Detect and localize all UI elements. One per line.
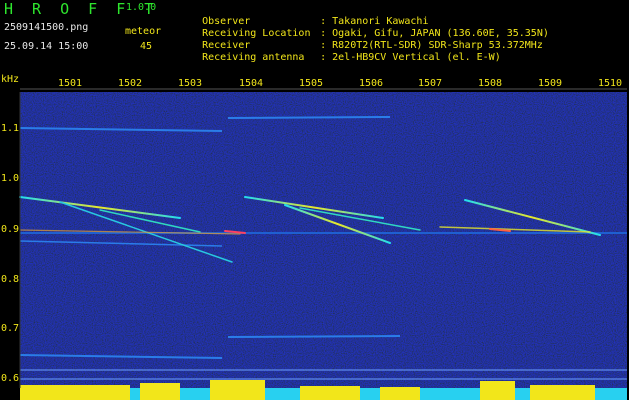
x-tick-label: 1510 [598, 78, 623, 89]
x-axis-labels: 1501 1502 1503 1504 1505 1506 1507 1508 … [0, 78, 629, 92]
x-tick-label: 1509 [538, 78, 563, 89]
x-tick-label: 1505 [299, 78, 324, 89]
y-tick-label: 0.6 [1, 373, 20, 384]
x-tick-label: 1502 [118, 78, 143, 89]
x-tick-label: 1503 [178, 78, 203, 89]
spectrogram [19, 88, 627, 400]
y-tick-label: 0.9 [1, 224, 20, 235]
carrier-line [227, 116, 391, 119]
x-tick-label: 1507 [418, 78, 443, 89]
x-tick-label: 1506 [359, 78, 384, 89]
carrier-line [227, 335, 401, 338]
y-tick-label: 1.0 [1, 173, 20, 184]
x-tick-label: 1508 [478, 78, 503, 89]
y-tick-label: 0.8 [1, 274, 20, 285]
x-tick-label: 1501 [58, 78, 83, 89]
y-tick-label: 0.7 [1, 323, 20, 334]
plot-noise [20, 92, 627, 388]
y-tick-label: 1.1 [1, 123, 20, 134]
x-tick-label: 1504 [239, 78, 264, 89]
